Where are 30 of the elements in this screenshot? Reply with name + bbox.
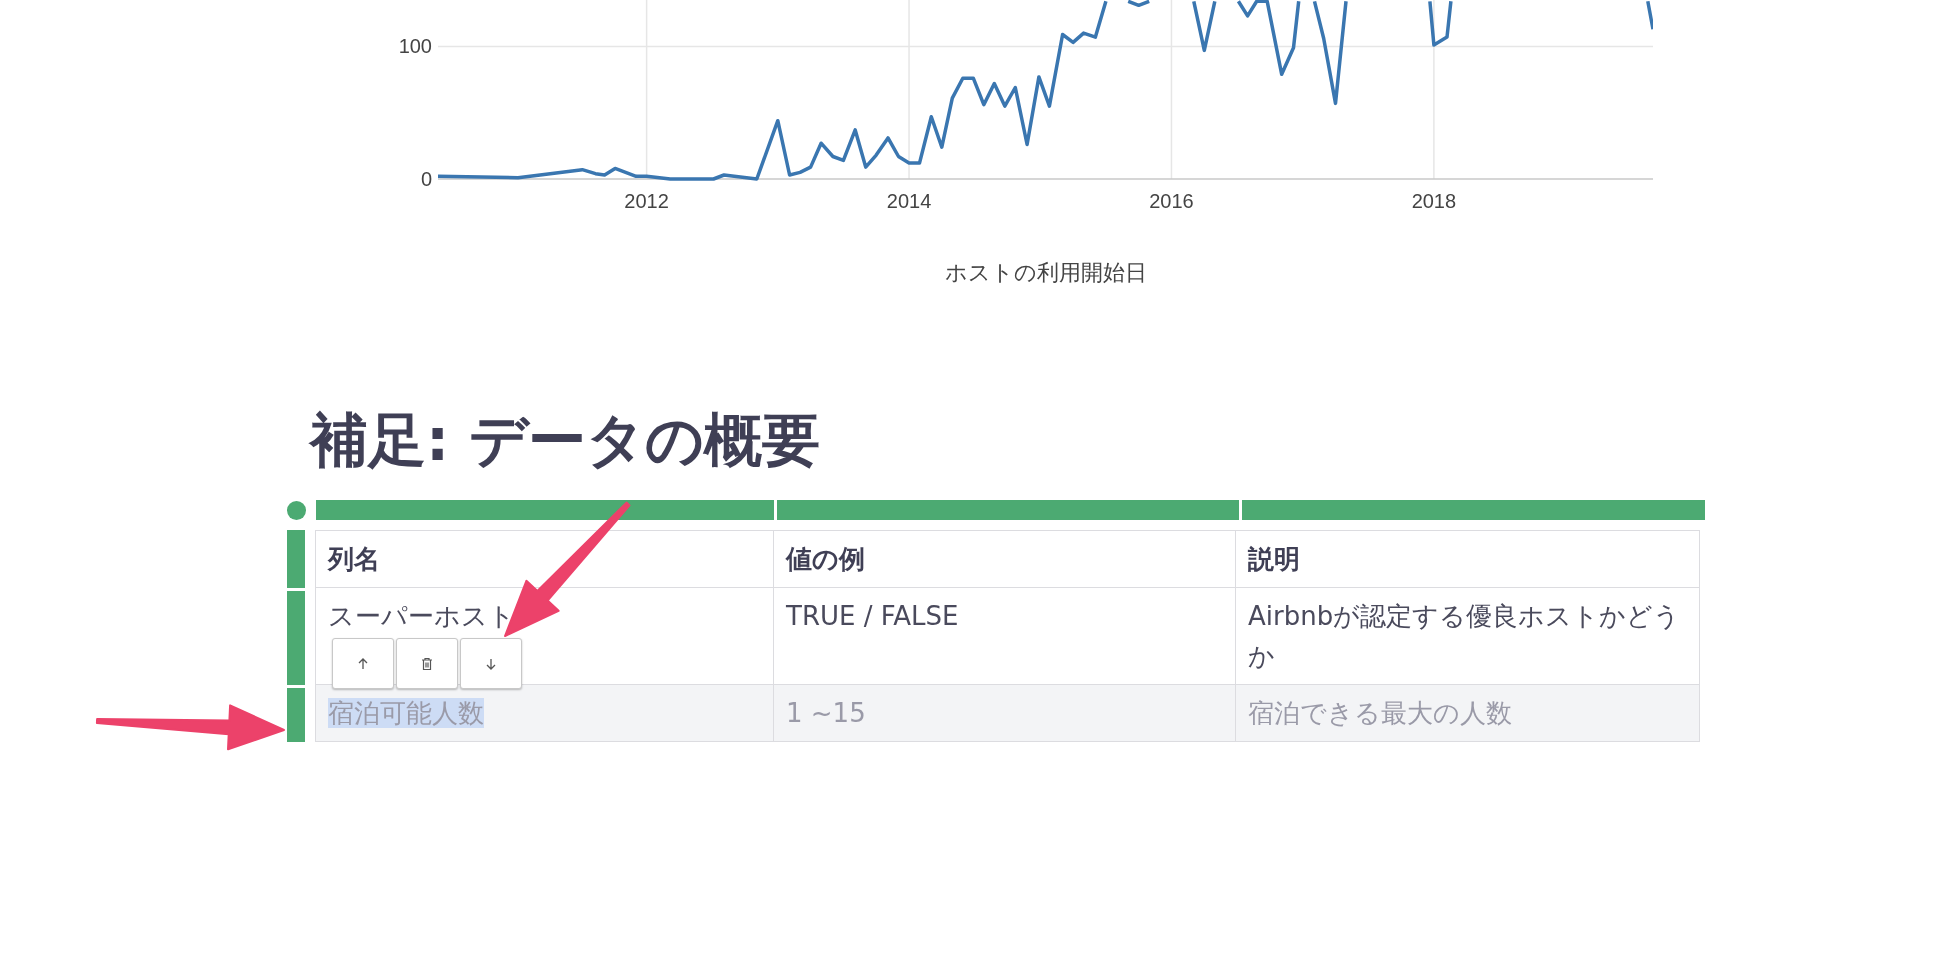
- column-header: 値の例: [786, 544, 865, 574]
- axis-tick-label: 2018: [1411, 190, 1457, 212]
- axis-tick-label: 2012: [624, 190, 669, 212]
- table-cell: TRUE / FALSE: [786, 601, 959, 631]
- axis-tick-label: 2014: [886, 190, 932, 212]
- section-heading: 補足: データの概要: [310, 405, 822, 476]
- column-header: 列名: [328, 544, 380, 574]
- move-down-button[interactable]: [460, 638, 522, 689]
- table-cell: Airbnbが認定する優良ホストかどうか: [1248, 601, 1681, 671]
- move-up-button[interactable]: [332, 638, 394, 689]
- axis-tick-label: 0: [420, 168, 432, 190]
- delete-row-button[interactable]: [396, 638, 458, 689]
- column-handle[interactable]: [1242, 500, 1705, 520]
- table-cell: スーパーホスト: [328, 601, 515, 631]
- axis-tick-label: 100: [398, 35, 432, 58]
- table-cell: 宿泊可能人数: [328, 698, 484, 728]
- row-handle[interactable]: [287, 530, 305, 588]
- table-cell: 宿泊できる最大の人数: [1248, 698, 1512, 728]
- column-handle[interactable]: [777, 500, 1239, 520]
- arrow-down-icon: [484, 656, 498, 671]
- table-cell: 1 ~15: [786, 698, 866, 728]
- column-header: 説明: [1248, 544, 1300, 574]
- row-handle[interactable]: [287, 591, 305, 685]
- axis-tick-label: 2016: [1149, 190, 1194, 212]
- column-handle[interactable]: [316, 500, 774, 520]
- arrow-up-icon: [356, 656, 370, 671]
- table-handle[interactable]: [287, 500, 306, 520]
- trash-icon: [420, 656, 434, 671]
- row-handle[interactable]: [287, 688, 305, 742]
- axis-title: ホストの利用開始日: [944, 260, 1147, 285]
